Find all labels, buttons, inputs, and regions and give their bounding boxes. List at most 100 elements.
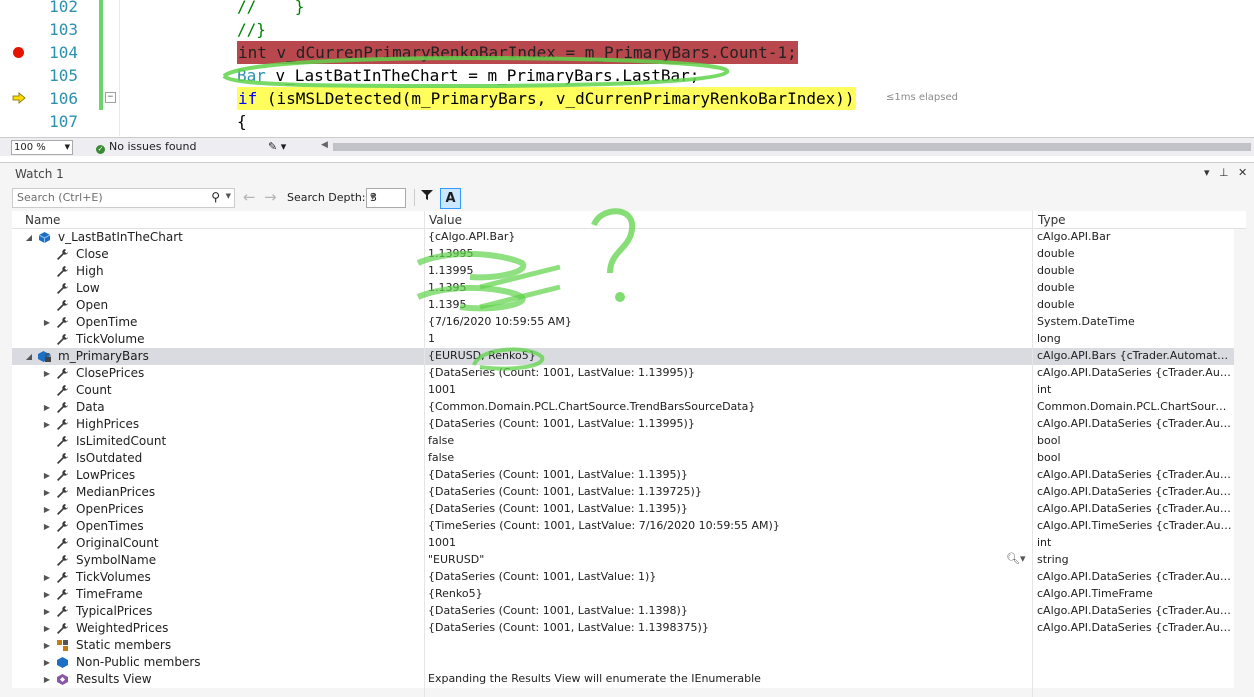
- row-value[interactable]: false: [428, 434, 454, 447]
- row-value[interactable]: 1001: [428, 383, 456, 396]
- watch-row[interactable]: IsLimitedCount false bool: [12, 433, 1234, 450]
- row-value[interactable]: {DataSeries (Count: 1001, LastValue: 1.1…: [428, 604, 688, 617]
- expand-arrow-icon[interactable]: ▶: [42, 417, 52, 432]
- expand-arrow-icon[interactable]: ▶: [42, 468, 52, 483]
- code-line[interactable]: 107 {: [0, 110, 1254, 133]
- code-line-breakpoint[interactable]: 104 int v_dCurrenPrimaryRenkoBarIndex = …: [0, 41, 1254, 64]
- code-editor[interactable]: 102 // } 103 //} 104 int v_dCurrenPrimar…: [0, 0, 1254, 136]
- row-value[interactable]: 1: [428, 332, 435, 345]
- code-line[interactable]: 102 // }: [0, 0, 1254, 18]
- filter-icon[interactable]: [421, 189, 433, 205]
- row-value[interactable]: {7/16/2020 10:59:55 AM}: [428, 315, 572, 328]
- row-value[interactable]: {EURUSD, Renko5}: [428, 349, 536, 362]
- code-line-current[interactable]: 106 − if (isMSLDetected(m_PrimaryBars, v…: [0, 87, 1254, 110]
- row-value[interactable]: {DataSeries (Count: 1001, LastValue: 1.1…: [428, 502, 688, 515]
- watch-row[interactable]: ◢ v_LastBatInTheChart {cAlgo.API.Bar} cAlgo…: [12, 229, 1234, 246]
- row-value[interactable]: 1.13995: [428, 247, 474, 260]
- expand-arrow-icon[interactable]: ▶: [42, 315, 52, 330]
- watch-row[interactable]: SymbolName "EURUSD" 🔍︎▾ string: [12, 552, 1234, 569]
- dropdown-icon[interactable]: ▾: [1204, 166, 1210, 179]
- row-value[interactable]: 1.13995: [428, 264, 474, 277]
- watch-row[interactable]: IsOutdated false bool: [12, 450, 1234, 467]
- row-value[interactable]: {cAlgo.API.Bar}: [428, 230, 515, 243]
- watch-row[interactable]: ▶ LowPrices {DataSeries (Count: 1001, Last…: [12, 467, 1234, 484]
- forward-arrow-icon[interactable]: →: [264, 188, 277, 206]
- row-value[interactable]: 1.1395: [428, 298, 467, 311]
- expand-arrow-icon[interactable]: ▶: [42, 485, 52, 500]
- column-value-header[interactable]: Value: [429, 213, 462, 227]
- search-depth-select[interactable]: 3 ▼: [366, 188, 406, 208]
- watch-row[interactable]: ▶ Static members: [12, 637, 1234, 654]
- watch-row[interactable]: ▶ Data {Common.Domain.PCL.ChartSource.Tren…: [12, 399, 1234, 416]
- back-arrow-icon[interactable]: ←: [243, 188, 256, 206]
- expand-arrow-icon[interactable]: ▶: [42, 655, 52, 670]
- watch-row[interactable]: High 1.13995 double: [12, 263, 1234, 280]
- watch-row[interactable]: ▶ OpenTime {7/16/2020 10:59:55 AM} System.D…: [12, 314, 1234, 331]
- horizontal-scrollbar[interactable]: [333, 143, 1251, 151]
- row-value[interactable]: {DataSeries (Count: 1001, LastValue: 1.1…: [428, 468, 688, 481]
- watch-row[interactable]: Count 1001 int: [12, 382, 1234, 399]
- row-value[interactable]: {Renko5}: [428, 587, 483, 600]
- watch-row[interactable]: TickVolume 1 long: [12, 331, 1234, 348]
- expanded-arrow-icon[interactable]: ◢: [24, 349, 34, 364]
- row-value[interactable]: false: [428, 451, 454, 464]
- expand-arrow-icon[interactable]: ▶: [42, 400, 52, 415]
- watch-row[interactable]: ▶ Results View Expanding the Results View …: [12, 671, 1234, 688]
- row-value[interactable]: {DataSeries (Count: 1001, LastValue: 1)}: [428, 570, 656, 583]
- code-line[interactable]: 103 //}: [0, 18, 1254, 41]
- code-line[interactable]: 105 Bar v_LastBatInTheChart = m_PrimaryB…: [0, 64, 1254, 87]
- close-icon[interactable]: ✕: [1238, 166, 1247, 179]
- issues-indicator[interactable]: ✓ No issues found: [96, 140, 196, 154]
- watch-row[interactable]: ▶ HighPrices {DataSeries (Count: 1001, Las…: [12, 416, 1234, 433]
- row-value[interactable]: {DataSeries (Count: 1001, LastValue: 1.1…: [428, 366, 695, 379]
- watch-row[interactable]: ▶ TickVolumes {DataSeries (Count: 1001, La…: [12, 569, 1234, 586]
- column-type-header[interactable]: Type: [1038, 213, 1066, 227]
- code-cleanup-icon[interactable]: ✎ ▾: [268, 140, 286, 153]
- watch-row[interactable]: Close 1.13995 double: [12, 246, 1234, 263]
- expand-arrow-icon[interactable]: ▶: [42, 587, 52, 602]
- row-value[interactable]: 1.1395: [428, 281, 467, 294]
- perf-tip[interactable]: ≤1ms elapsed: [886, 92, 958, 103]
- zoom-select[interactable]: 100 % ▼: [11, 140, 73, 155]
- row-value[interactable]: {DataSeries (Count: 1001, LastValue: 1.1…: [428, 621, 709, 634]
- expand-arrow-icon[interactable]: ▶: [42, 621, 52, 636]
- collapse-icon[interactable]: −: [105, 92, 116, 103]
- case-sensitive-toggle[interactable]: A: [440, 188, 461, 209]
- watch-row[interactable]: ▶ Non-Public members: [12, 654, 1234, 671]
- row-name: High: [76, 264, 104, 278]
- column-name-header[interactable]: Name: [25, 213, 60, 227]
- row-value[interactable]: 1001: [428, 536, 456, 549]
- search-input[interactable]: Search (Ctrl+E) ⚲ ▼: [12, 188, 235, 208]
- text-visualizer-icon[interactable]: 🔍︎▾: [1006, 552, 1026, 565]
- breakpoint-icon[interactable]: [13, 47, 24, 58]
- watch-row[interactable]: ▶ MedianPrices {DataSeries (Count: 1001, L…: [12, 484, 1234, 501]
- row-value[interactable]: {DataSeries (Count: 1001, LastValue: 1.1…: [428, 417, 695, 430]
- search-icon[interactable]: ⚲: [211, 190, 220, 204]
- expand-arrow-icon[interactable]: ▶: [42, 604, 52, 619]
- scroll-left-icon[interactable]: ◀: [321, 140, 328, 150]
- expand-arrow-icon[interactable]: ▶: [42, 638, 52, 653]
- watch-row[interactable]: ▶ TypicalPrices {DataSeries (Count: 1001, …: [12, 603, 1234, 620]
- watch-row[interactable]: OriginalCount 1001 int: [12, 535, 1234, 552]
- row-value[interactable]: {DataSeries (Count: 1001, LastValue: 1.1…: [428, 485, 702, 498]
- expand-arrow-icon[interactable]: ▶: [42, 366, 52, 381]
- expanded-arrow-icon[interactable]: ◢: [24, 230, 34, 245]
- watch-row[interactable]: ▶ OpenTimes {TimeSeries (Count: 1001, Last…: [12, 518, 1234, 535]
- watch-row[interactable]: ▶ OpenPrices {DataSeries (Count: 1001, Las…: [12, 501, 1234, 518]
- watch-row[interactable]: Low 1.1395 double: [12, 280, 1234, 297]
- row-value[interactable]: {TimeSeries (Count: 1001, LastValue: 7/1…: [428, 519, 780, 532]
- expand-arrow-icon[interactable]: ▶: [42, 570, 52, 585]
- watch-row[interactable]: Open 1.1395 double: [12, 297, 1234, 314]
- expand-arrow-icon[interactable]: ▶: [42, 672, 52, 687]
- row-value[interactable]: {Common.Domain.PCL.ChartSource.TrendBars…: [428, 400, 755, 413]
- watch-row[interactable]: ▶ WeightedPrices {DataSeries (Count: 1001,…: [12, 620, 1234, 637]
- row-value[interactable]: Expanding the Results View will enumerat…: [428, 672, 761, 685]
- watch-row[interactable]: ▶ ClosePrices {DataSeries (Count: 1001, La…: [12, 365, 1234, 382]
- expand-arrow-icon[interactable]: ▶: [42, 502, 52, 517]
- expand-arrow-icon[interactable]: ▶: [42, 519, 52, 534]
- watch-row[interactable]: ◢ m_PrimaryBars {EURUSD, Renko5} cAlgo.API.…: [12, 348, 1234, 365]
- pin-icon[interactable]: ⊥: [1219, 166, 1229, 179]
- chevron-down-icon[interactable]: ▼: [226, 192, 231, 200]
- row-value[interactable]: "EURUSD": [428, 553, 484, 566]
- watch-row[interactable]: ▶ TimeFrame {Renko5} cAlgo.API.TimeFrame: [12, 586, 1234, 603]
